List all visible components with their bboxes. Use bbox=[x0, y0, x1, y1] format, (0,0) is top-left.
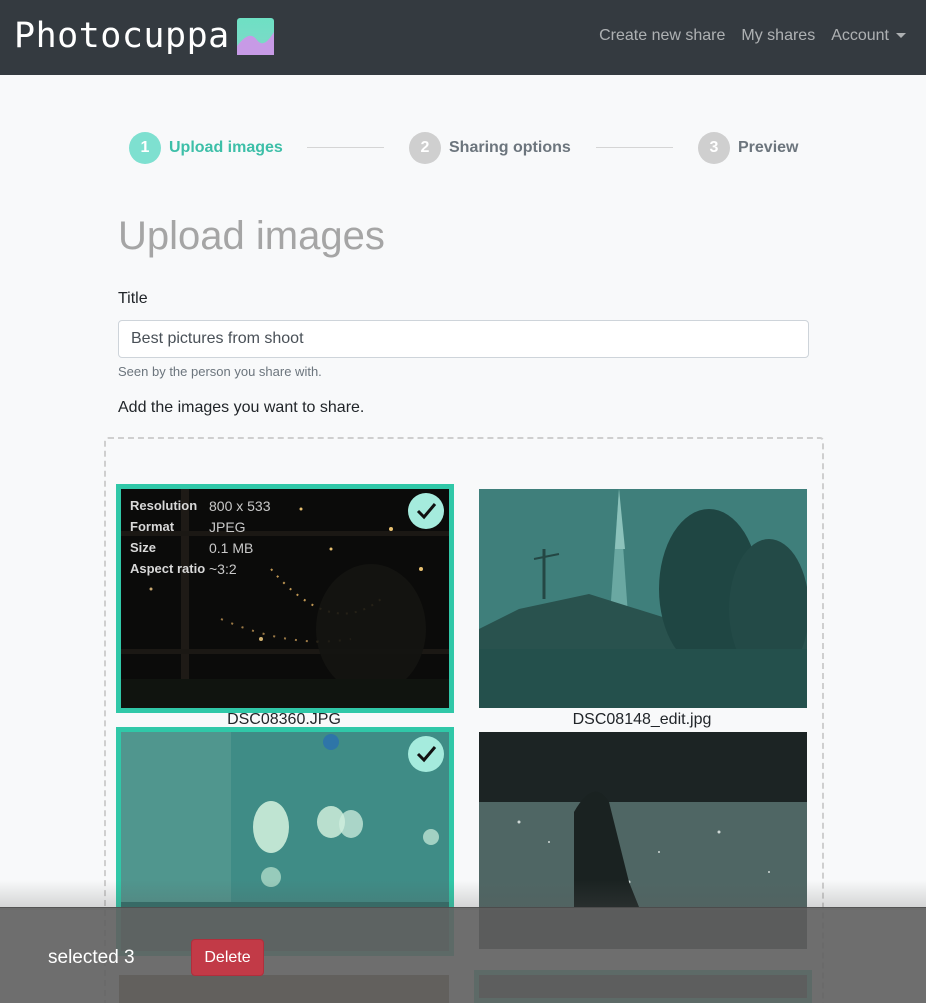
bottom-bar-shadow bbox=[0, 880, 926, 910]
chevron-down-icon bbox=[896, 33, 906, 38]
info-value: 0.1 MB bbox=[209, 539, 254, 556]
page-title: Upload images bbox=[118, 214, 385, 258]
image-tile[interactable]: Resolution 800 x 533 Format JPEG Size 0.… bbox=[116, 484, 454, 713]
info-row: Size 0.1 MB bbox=[130, 537, 271, 558]
delete-button[interactable]: Delete bbox=[191, 939, 264, 976]
selected-check-icon[interactable] bbox=[408, 736, 444, 772]
info-key: Size bbox=[130, 540, 157, 555]
info-row: Resolution 800 x 533 bbox=[130, 495, 271, 516]
image-filename: DSC08148_edit.jpg bbox=[572, 711, 712, 728]
nav-account-label: Account bbox=[831, 26, 889, 44]
navbar: Photocuppa Create new share My shares Ac… bbox=[0, 0, 926, 75]
selection-bar: selected 3 Delete bbox=[0, 907, 926, 1003]
stepper: 1 Upload images 2 Sharing options 3 Prev… bbox=[0, 132, 926, 164]
title-input[interactable] bbox=[118, 320, 809, 358]
brand-name: Photocuppa bbox=[14, 16, 230, 56]
step-connector bbox=[596, 147, 673, 148]
step-label: Sharing options bbox=[449, 139, 571, 156]
info-value: 800 x 533 bbox=[209, 497, 271, 514]
step-number: 1 bbox=[129, 132, 161, 164]
step-upload-images[interactable]: 1 Upload images bbox=[129, 132, 283, 164]
add-images-instructions: Add the images you want to share. bbox=[118, 399, 365, 416]
brand-logo-icon bbox=[236, 17, 274, 55]
step-label: Upload images bbox=[169, 139, 283, 156]
info-key: Resolution bbox=[130, 498, 198, 513]
info-row: Format JPEG bbox=[130, 516, 271, 537]
info-value: ~3:2 bbox=[209, 560, 237, 577]
info-key: Aspect ratio bbox=[130, 561, 206, 576]
title-label: Title bbox=[118, 290, 148, 307]
image-thumbnail bbox=[479, 489, 807, 708]
step-number: 3 bbox=[698, 132, 730, 164]
image-tile[interactable] bbox=[479, 489, 807, 708]
step-number: 2 bbox=[409, 132, 441, 164]
nav-account-dropdown[interactable]: Account bbox=[831, 27, 906, 45]
step-connector bbox=[307, 147, 384, 148]
step-sharing-options[interactable]: 2 Sharing options bbox=[409, 132, 571, 164]
info-row: Aspect ratio ~3:2 bbox=[130, 558, 271, 579]
info-key: Format bbox=[130, 519, 175, 534]
step-preview[interactable]: 3 Preview bbox=[698, 132, 798, 164]
nav-create-share[interactable]: Create new share bbox=[599, 27, 725, 45]
title-help-text: Seen by the person you share with. bbox=[118, 364, 322, 379]
selected-check-icon[interactable] bbox=[408, 493, 444, 529]
selected-count: selected 3 bbox=[48, 947, 135, 968]
step-label: Preview bbox=[738, 139, 799, 156]
nav-my-shares[interactable]: My shares bbox=[741, 27, 815, 45]
image-info-overlay: Resolution 800 x 533 Format JPEG Size 0.… bbox=[130, 495, 271, 579]
info-value: JPEG bbox=[209, 518, 246, 535]
nav-links: Create new share My shares Account bbox=[583, 0, 906, 71]
brand[interactable]: Photocuppa bbox=[14, 14, 274, 58]
